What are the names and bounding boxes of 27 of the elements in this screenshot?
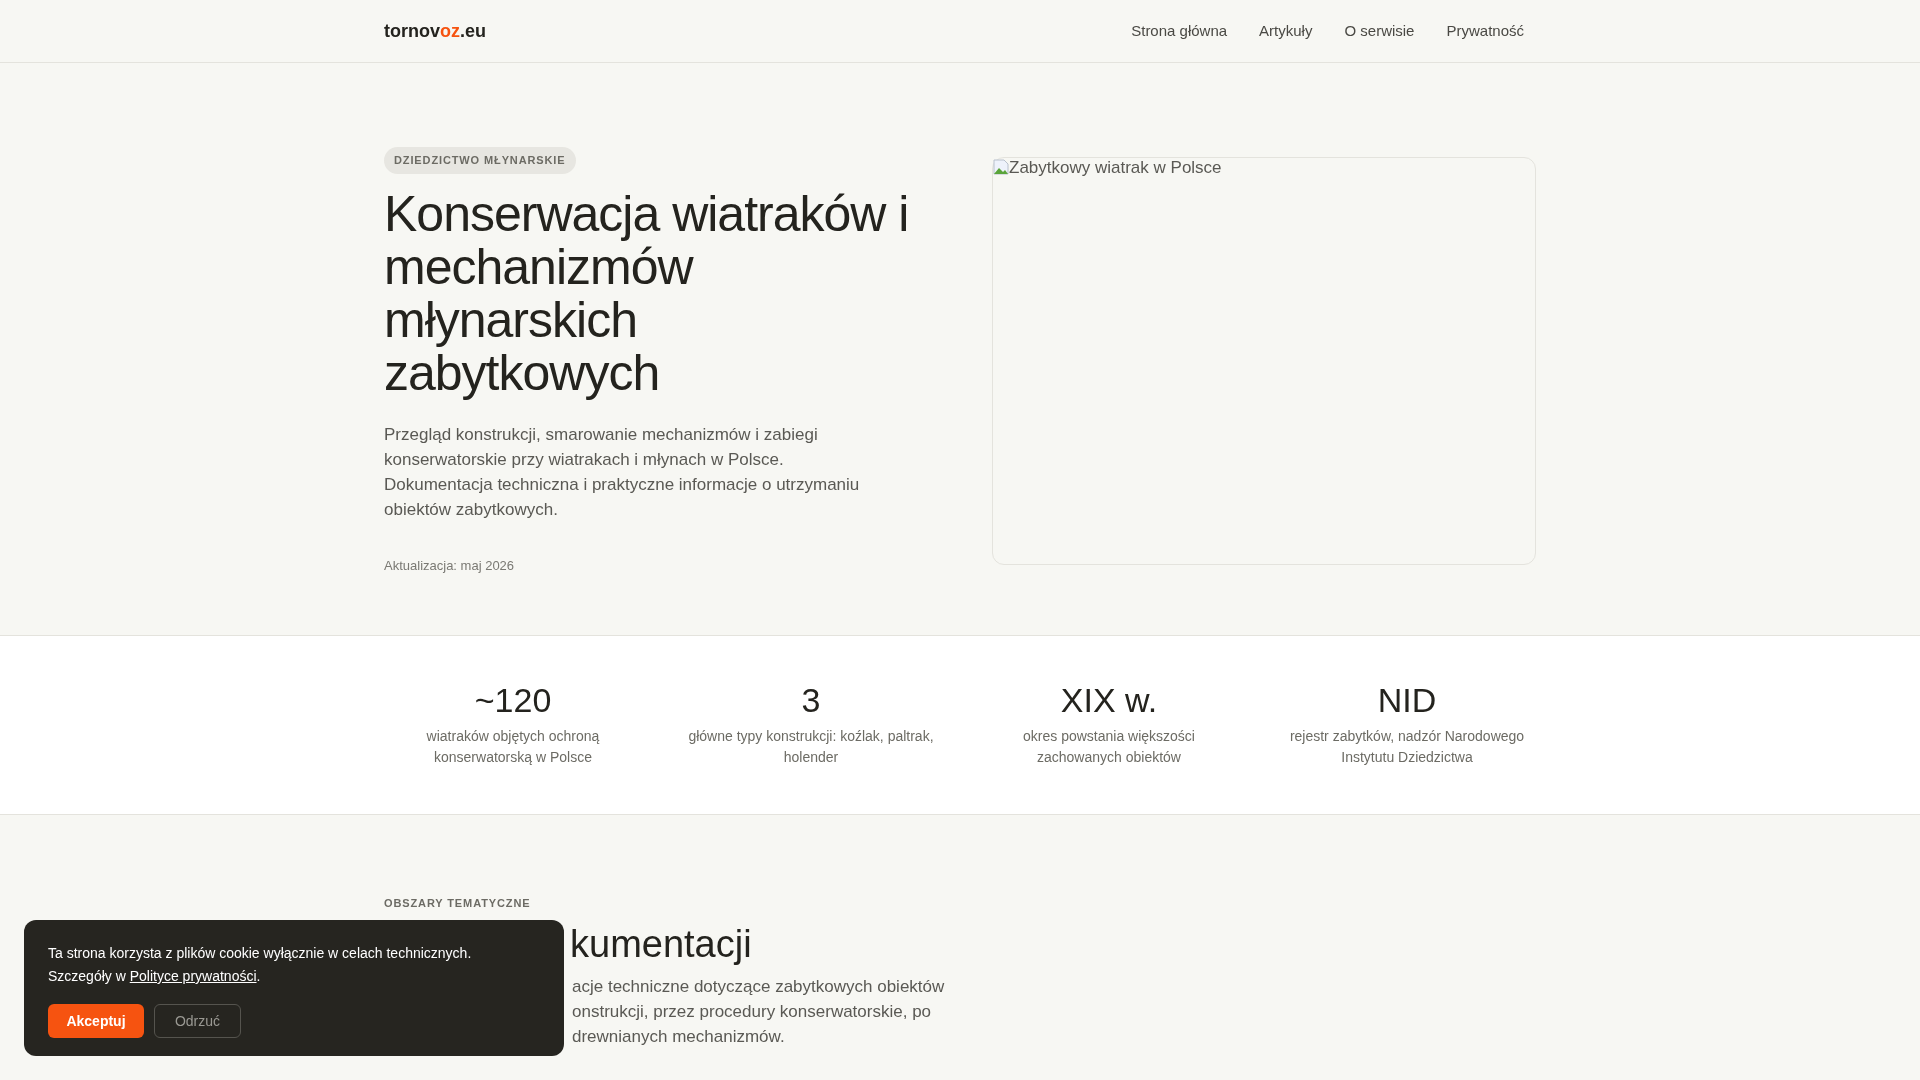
intro-paragraph: Przegląd konstrukcji, smarowanie mechanizmów i zabiegi konserwatorskie przy wiatrakach i młynach w Polsce. Dokumentacja techniczna i praktyczne informacje o utrzymaniu obiektów zabytkowych. xyxy=(384,423,861,521)
stat-label: wiatraków objętych ochroną konserwatorską w Polsce xyxy=(425,727,601,767)
privacy-link[interactable]: Polityce prywatności xyxy=(129,968,257,984)
stat-label: główne typy konstrukcji: koźlak, paltrak, holender xyxy=(687,727,935,767)
update-date: Aktualizacja: maj 2026 xyxy=(384,556,516,575)
nav-link[interactable]: Artykuły xyxy=(1259,19,1313,43)
section-label: OBSZARY TEMATYCZNE xyxy=(384,896,532,911)
paragraph-line: acje techniczne dotyczące zabytkowych obiektów xyxy=(572,975,946,998)
reject-button[interactable]: Odrzuć xyxy=(154,1004,241,1038)
nav-link[interactable]: O serwisie xyxy=(1344,19,1415,43)
paragraph-line: onstrukcji, przez procedury konserwatorskie, po xyxy=(572,1000,933,1023)
stat-label: okres powstania większości zachowanych obiektów xyxy=(1022,727,1196,767)
page-title: Konserwacja wiatraków i mechanizmów młynarskich zabytkowych xyxy=(384,187,910,400)
section-title: kumentacji xyxy=(570,921,753,966)
broken-image-icon xyxy=(993,159,1009,175)
paragraph-line: drewnianych mechanizmów. xyxy=(572,1025,786,1048)
stat-label: rejestr zabytków, nadzór Narodowego Instytutu Dziedzictwa xyxy=(1288,727,1526,767)
site-logo[interactable]: tornovoz.eu xyxy=(384,17,486,45)
stat-value: XIX w. xyxy=(1060,680,1158,720)
cookie-notice: Ta strona korzysta z plików cookie wyłącznie w celach technicznych. Szczegóły w Polityce prywatności. xyxy=(48,944,473,986)
nav-link[interactable]: Strona główna xyxy=(1131,19,1228,43)
stat-value: ~120 xyxy=(474,680,552,720)
category-badge: DZIEDZICTWO MŁYNARSKIE xyxy=(384,147,576,174)
nav-link[interactable]: Prywatność xyxy=(1446,19,1524,43)
image-alt-text: Zabytkowy wiatrak w Polsce xyxy=(1009,158,1222,178)
stat-value: NID xyxy=(1377,680,1437,720)
stat-value: 3 xyxy=(801,680,821,720)
